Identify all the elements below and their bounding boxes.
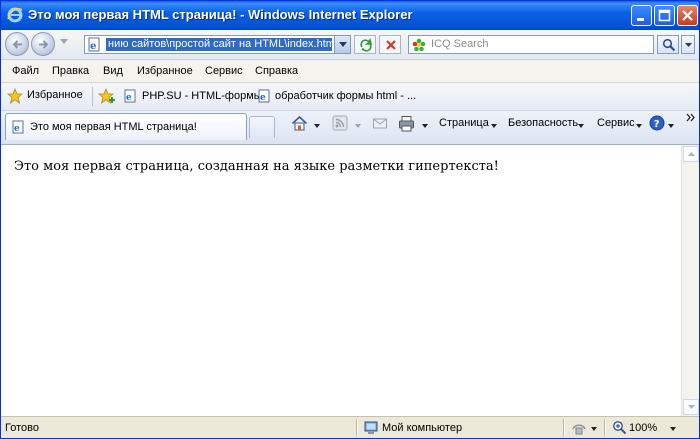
svg-text:e: e (14, 124, 20, 134)
address-dropdown-button[interactable] (334, 35, 351, 54)
tab-label: Это моя первая HTML страница! (30, 121, 197, 133)
status-text: Готово (5, 422, 39, 434)
page-content: Это моя первая страница, созданная на яз… (1, 145, 681, 416)
home-icon[interactable] (291, 115, 308, 132)
address-bar[interactable]: e нию сайтов\простой сайт на HTML\index.… (84, 35, 351, 54)
tab-bar: e Это моя первая HTML страница! Страница… (1, 111, 699, 145)
favorite-link-php-su[interactable]: PHP.SU - HTML-формы (142, 90, 262, 102)
maximize-icon (658, 9, 671, 22)
page-icon: e (88, 37, 100, 52)
page-text: Это моя первая страница, созданная на яз… (14, 159, 499, 174)
page-icon: e (124, 89, 136, 103)
menu-tools[interactable]: Сервис (205, 65, 243, 77)
forward-arrow-icon (39, 40, 49, 49)
menu-view[interactable]: Вид (103, 65, 123, 77)
svg-text:?: ? (654, 119, 660, 130)
feeds-icon[interactable] (332, 115, 348, 131)
ie-window: Это моя первая HTML страница! - Windows … (0, 0, 700, 439)
stop-button[interactable] (379, 35, 401, 54)
help-icon[interactable]: ? (649, 115, 665, 131)
search-placeholder: ICQ Search (431, 38, 489, 50)
protected-mode-icon[interactable] (571, 420, 587, 436)
computer-icon (364, 421, 378, 434)
stop-icon (386, 40, 396, 50)
search-input[interactable]: ICQ Search (408, 35, 654, 54)
search-icon (662, 38, 676, 52)
menu-file[interactable]: Файл (12, 65, 39, 77)
status-bar: Готово Мой компьютер 100% (1, 416, 699, 438)
help-dropdown-icon[interactable] (668, 124, 674, 128)
status-separator (563, 419, 564, 437)
maximize-button[interactable] (654, 5, 675, 26)
zoom-dropdown-icon[interactable] (670, 427, 676, 431)
feeds-dropdown-icon[interactable] (355, 124, 361, 128)
safety-menu-button[interactable]: Безопасность (508, 117, 578, 129)
vertical-scrollbar[interactable] (681, 145, 699, 416)
refresh-button[interactable] (354, 35, 376, 54)
favorites-star-icon (7, 88, 23, 104)
minimize-icon (637, 18, 644, 21)
search-button[interactable] (657, 35, 679, 54)
tab-current-page[interactable]: e Это моя первая HTML страница! (5, 113, 247, 140)
status-separator (604, 419, 605, 437)
safety-menu-dropdown-icon[interactable] (578, 124, 584, 128)
refresh-icon (360, 38, 373, 52)
minimize-button[interactable] (631, 5, 652, 26)
menu-edit[interactable]: Правка (52, 65, 89, 77)
close-icon (682, 10, 693, 21)
menu-help[interactable]: Справка (255, 65, 298, 77)
back-arrow-icon (12, 40, 22, 49)
security-zone[interactable]: Мой компьютер (382, 422, 462, 434)
svg-text:e: e (260, 93, 266, 103)
chevron-more-icon[interactable] (686, 113, 696, 122)
favorites-bar: Избранное e PHP.SU - HTML-формы e обрабо… (1, 83, 699, 111)
chevron-down-icon (339, 42, 347, 47)
page-icon: e (258, 89, 270, 103)
chevron-down-icon (685, 43, 692, 47)
favorite-link-form-handler[interactable]: обработчик формы html - ... (275, 90, 416, 102)
menu-favorites[interactable]: Избранное (137, 65, 193, 77)
scroll-up-button[interactable] (683, 146, 699, 162)
page-menu-button[interactable]: Страница (439, 117, 489, 129)
mail-icon[interactable] (372, 115, 388, 131)
menu-bar: Файл Правка Вид Избранное Сервис Справка (1, 60, 699, 83)
zoom-level[interactable]: 100% (629, 422, 657, 434)
scroll-down-button[interactable] (683, 399, 699, 415)
address-url[interactable]: нию сайтов\простой сайт на HTML\index.ht… (106, 38, 332, 51)
status-separator (356, 419, 357, 437)
page-menu-dropdown-icon[interactable] (491, 124, 497, 128)
close-button[interactable] (677, 5, 698, 26)
tools-menu-button[interactable]: Сервис (597, 117, 635, 129)
forward-button[interactable] (31, 32, 55, 56)
add-favorites-icon[interactable] (98, 88, 116, 104)
history-dropdown-icon[interactable] (60, 39, 68, 45)
new-tab-button[interactable] (249, 116, 275, 138)
favorites-separator (92, 87, 93, 106)
zoom-icon[interactable] (612, 420, 627, 435)
navigation-bar: e нию сайтов\простой сайт на HTML\index.… (1, 30, 699, 60)
title-bar[interactable]: Это моя первая HTML страница! - Windows … (1, 1, 699, 30)
print-icon[interactable] (398, 115, 415, 132)
icq-flower-icon (412, 38, 426, 52)
tools-menu-dropdown-icon[interactable] (636, 124, 642, 128)
page-icon: e (12, 120, 24, 134)
favorites-label: Избранное (27, 89, 83, 101)
print-dropdown-icon[interactable] (422, 124, 428, 128)
chevron-down-icon (688, 405, 695, 409)
protected-mode-dropdown-icon[interactable] (591, 427, 597, 431)
svg-text:e: e (90, 41, 96, 52)
back-button[interactable] (5, 32, 29, 56)
search-options-button[interactable] (681, 35, 695, 54)
home-dropdown-icon[interactable] (314, 124, 320, 128)
svg-text:e: e (126, 93, 132, 103)
ie-logo-icon (7, 7, 23, 23)
window-title: Это моя первая HTML страница! - Windows … (28, 7, 413, 22)
chevron-up-icon (688, 152, 695, 156)
